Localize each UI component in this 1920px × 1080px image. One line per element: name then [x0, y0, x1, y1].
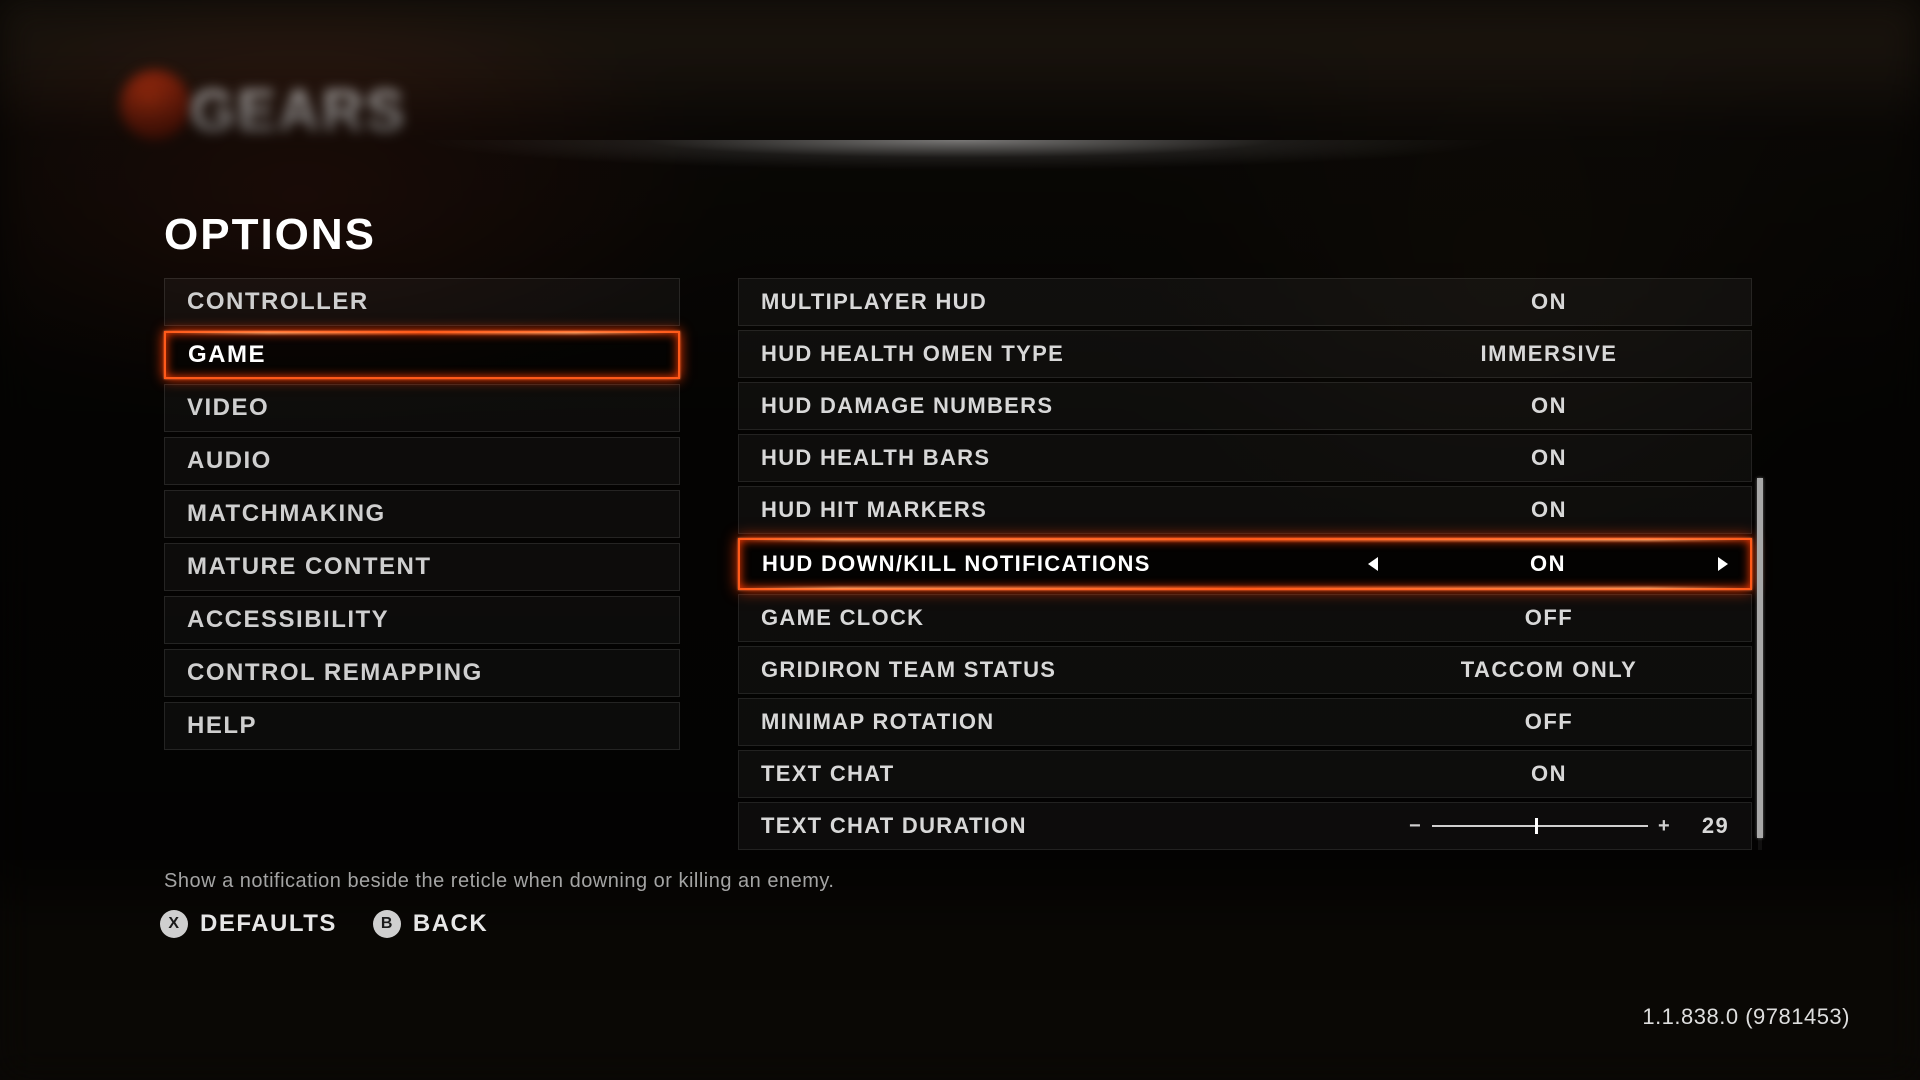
setting-label: TEXT CHAT DURATION [761, 813, 1369, 839]
settings-panel-wrap: MULTIPLAYER HUD ON HUD HEALTH OMEN TYPE … [738, 278, 1764, 850]
game-logo: GEARS [120, 70, 520, 140]
setting-hud-health-bars[interactable]: HUD HEALTH BARS ON [738, 434, 1752, 482]
setting-value: TACCOM ONLY [1369, 657, 1729, 683]
setting-value: OFF [1369, 605, 1729, 631]
sidebar-item-game[interactable]: GAME [164, 331, 680, 379]
sidebar-item-mature-content[interactable]: MATURE CONTENT [164, 543, 680, 591]
setting-text-chat[interactable]: TEXT CHAT ON [738, 750, 1752, 798]
plus-icon[interactable]: + [1658, 815, 1671, 838]
chevron-left-icon[interactable] [1368, 557, 1378, 571]
sidebar-item-controller[interactable]: CONTROLLER [164, 278, 680, 326]
sidebar-item-matchmaking[interactable]: MATCHMAKING [164, 490, 680, 538]
skull-cog-icon [120, 70, 190, 140]
slider-handle[interactable] [1535, 818, 1538, 834]
setting-multiplayer-hud[interactable]: MULTIPLAYER HUD ON [738, 278, 1752, 326]
setting-label: GRIDIRON TEAM STATUS [761, 657, 1369, 683]
setting-label: HUD HEALTH BARS [761, 445, 1369, 471]
sidebar-item-audio[interactable]: AUDIO [164, 437, 680, 485]
setting-value: ON [1369, 393, 1729, 419]
scrollbar[interactable] [1756, 278, 1764, 850]
setting-label: TEXT CHAT [761, 761, 1369, 787]
setting-label: MINIMAP ROTATION [761, 709, 1369, 735]
defaults-label: DEFAULTS [200, 910, 337, 938]
setting-value: IMMERSIVE [1369, 341, 1729, 367]
sidebar-item-accessibility[interactable]: ACCESSIBILITY [164, 596, 680, 644]
settings-panel: MULTIPLAYER HUD ON HUD HEALTH OMEN TYPE … [738, 278, 1752, 850]
sidebar-item-label: AUDIO [187, 447, 272, 475]
setting-label: HUD HEALTH OMEN TYPE [761, 341, 1369, 367]
defaults-button[interactable]: X DEFAULTS [160, 910, 337, 938]
sidebar-item-label: CONTROLLER [187, 288, 369, 316]
sidebar-item-help[interactable]: HELP [164, 702, 680, 750]
setting-label: GAME CLOCK [761, 605, 1369, 631]
sidebar-item-label: MATURE CONTENT [187, 553, 432, 581]
slider[interactable]: − + [1409, 815, 1671, 838]
setting-value: OFF [1369, 709, 1729, 735]
key-x-icon: X [160, 910, 188, 938]
back-label: BACK [413, 910, 488, 938]
slider-numeric-value: 29 [1689, 813, 1729, 839]
setting-value: ON [1369, 289, 1729, 315]
category-sidebar: CONTROLLER GAME VIDEO AUDIO MATCHMAKING … [164, 278, 680, 750]
setting-label: HUD HIT MARKERS [761, 497, 1369, 523]
sidebar-item-video[interactable]: VIDEO [164, 384, 680, 432]
sidebar-item-label: CONTROL REMAPPING [187, 659, 483, 687]
options-container: OPTIONS CONTROLLER GAME VIDEO AUDIO MATC… [164, 210, 1764, 850]
minus-icon[interactable]: − [1409, 815, 1422, 838]
scrollbar-thumb[interactable] [1757, 478, 1763, 838]
setting-hud-down-kill-notifications[interactable]: HUD DOWN/KILL NOTIFICATIONS ON [738, 538, 1752, 590]
sidebar-item-label: VIDEO [187, 394, 269, 422]
chevron-right-icon[interactable] [1718, 557, 1728, 571]
logo-text: GEARS [190, 78, 406, 145]
setting-hud-damage-numbers[interactable]: HUD DAMAGE NUMBERS ON [738, 382, 1752, 430]
setting-label: MULTIPLAYER HUD [761, 289, 1369, 315]
back-button[interactable]: B BACK [373, 910, 488, 938]
columns: CONTROLLER GAME VIDEO AUDIO MATCHMAKING … [164, 278, 1764, 850]
setting-value: ON [1369, 497, 1729, 523]
slider-track[interactable] [1432, 825, 1648, 827]
sidebar-item-control-remapping[interactable]: CONTROL REMAPPING [164, 649, 680, 697]
setting-value: ON [1369, 761, 1729, 787]
setting-text-chat-duration[interactable]: TEXT CHAT DURATION − + 29 [738, 802, 1752, 850]
setting-game-clock[interactable]: GAME CLOCK OFF [738, 594, 1752, 642]
setting-hud-health-omen-type[interactable]: HUD HEALTH OMEN TYPE IMMERSIVE [738, 330, 1752, 378]
setting-gridiron-team-status[interactable]: GRIDIRON TEAM STATUS TACCOM ONLY [738, 646, 1752, 694]
setting-minimap-rotation[interactable]: MINIMAP ROTATION OFF [738, 698, 1752, 746]
setting-value: ON [1369, 445, 1729, 471]
setting-hud-hit-markers[interactable]: HUD HIT MARKERS ON [738, 486, 1752, 534]
version-text: 1.1.838.0 (9781453) [1642, 1004, 1850, 1030]
setting-value: − + 29 [1369, 813, 1729, 839]
sidebar-item-label: ACCESSIBILITY [187, 606, 389, 634]
page-title: OPTIONS [164, 210, 1764, 260]
setting-label: HUD DAMAGE NUMBERS [761, 393, 1369, 419]
setting-label: HUD DOWN/KILL NOTIFICATIONS [762, 551, 1368, 577]
setting-value: ON [1368, 551, 1728, 577]
sidebar-item-label: HELP [187, 712, 257, 740]
sidebar-item-label: MATCHMAKING [187, 500, 386, 528]
footer-actions: X DEFAULTS B BACK [160, 910, 488, 938]
setting-description: Show a notification beside the reticle w… [164, 870, 834, 893]
key-b-icon: B [373, 910, 401, 938]
sidebar-item-label: GAME [188, 341, 266, 369]
